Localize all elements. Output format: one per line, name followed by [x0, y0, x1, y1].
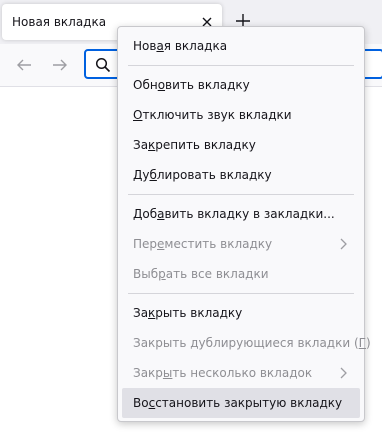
- menu-item-move-tab[interactable]: Переместить вкладку: [122, 229, 360, 259]
- menu-separator: [128, 65, 354, 66]
- menu-item-bookmark-tab[interactable]: Добавить вкладку в закладки...: [122, 199, 360, 229]
- menu-item-undo-close-tab[interactable]: Восстановить закрытую вкладку: [122, 388, 360, 418]
- menu-item-duplicate-tab[interactable]: Дублировать вкладку: [122, 160, 360, 190]
- arrow-right-icon[interactable]: [48, 53, 72, 77]
- menu-item-close-duplicate-tabs[interactable]: Закрыть дублирующиеся вкладки (Г): [122, 328, 371, 358]
- menu-item-pin-tab[interactable]: Закрепить вкладку: [122, 130, 360, 160]
- menu-item-new-tab[interactable]: Новая вкладка: [122, 31, 360, 61]
- menu-item-close-multiple-tabs[interactable]: Закрыть несколько вкладок: [122, 358, 360, 388]
- menu-item-mute-tab[interactable]: Отключить звук вкладки: [122, 100, 360, 130]
- menu-item-reload-tab[interactable]: Обновить вкладку: [122, 70, 360, 100]
- menu-separator: [128, 293, 354, 294]
- arrow-left-icon[interactable]: [12, 53, 36, 77]
- search-icon: [95, 57, 111, 73]
- tab-context-menu: Новая вкладка Обновить вкладку Отключить…: [117, 26, 371, 422]
- chevron-right-icon: [340, 367, 347, 379]
- tab-title: Новая вкладка: [12, 15, 107, 29]
- menu-separator: [128, 194, 354, 195]
- menu-item-close-tab[interactable]: Закрыть вкладку: [122, 298, 360, 328]
- menu-item-select-all-tabs[interactable]: Выбрать все вкладки: [122, 259, 360, 289]
- chevron-right-icon: [340, 238, 347, 250]
